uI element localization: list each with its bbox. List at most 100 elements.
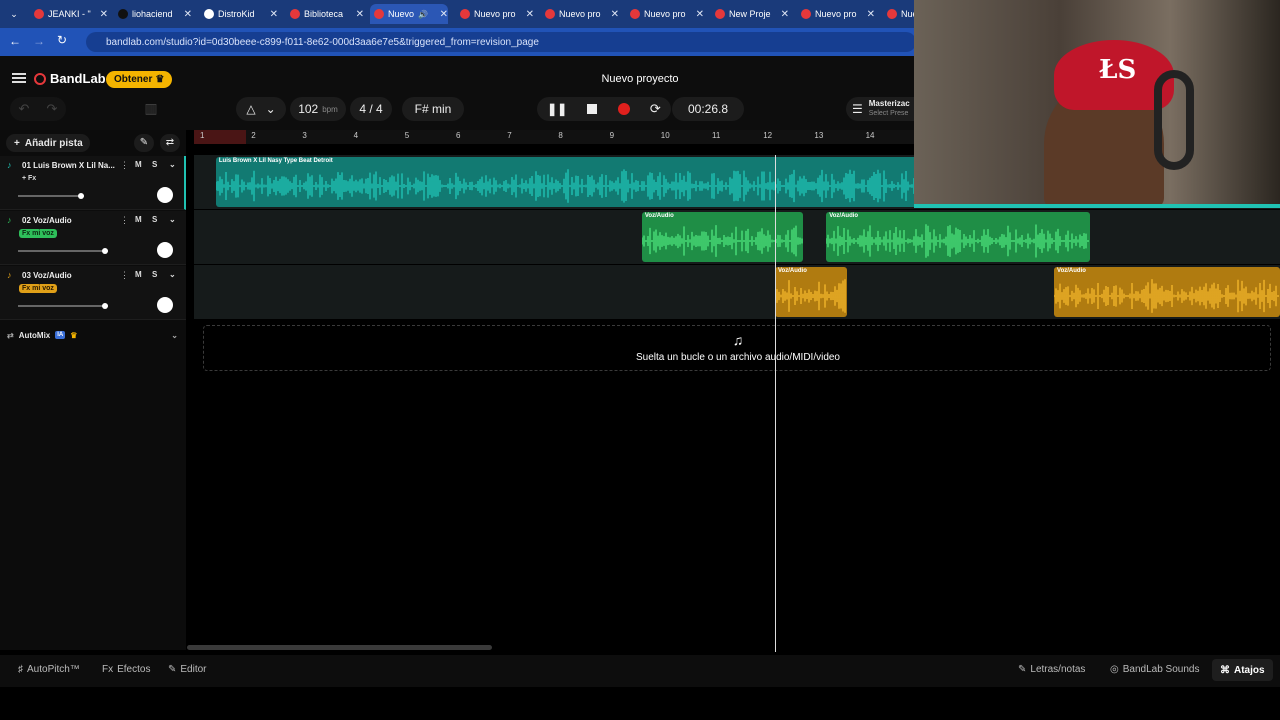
- close-tab-icon[interactable]: ✕: [440, 9, 448, 20]
- tab-label: Nuevo pro: [474, 9, 516, 19]
- volume-knob[interactable]: [78, 193, 84, 199]
- track-menu-icon[interactable]: ⋮: [120, 270, 129, 281]
- browser-tab[interactable]: JEANKI - " ✕: [30, 4, 108, 24]
- time-signature[interactable]: 4 / 4: [350, 97, 392, 121]
- pan-knob[interactable]: [157, 242, 173, 258]
- mute-button[interactable]: M: [135, 160, 142, 169]
- audio-clip[interactable]: Luis Brown X Lil Nasy Type Beat Detroit: [215, 157, 942, 207]
- track-menu-icon[interactable]: ⋮: [120, 160, 129, 171]
- close-tab-icon[interactable]: ✕: [526, 9, 534, 20]
- key-selector[interactable]: F# min: [402, 97, 464, 121]
- chevron-down-icon[interactable]: ⌄: [169, 270, 176, 279]
- clip-label: Voz/Audio: [644, 213, 674, 219]
- speaker-icon[interactable]: 🔊: [418, 10, 428, 19]
- chevron-down-icon[interactable]: ⌄: [169, 215, 176, 224]
- sounds-icon: ◎: [1110, 664, 1119, 675]
- horizontal-scrollbar[interactable]: [187, 645, 492, 650]
- effects-button[interactable]: Fx Efectos: [102, 664, 150, 675]
- add-track-button[interactable]: + Añadir pista: [6, 134, 90, 152]
- volume-slider[interactable]: [18, 303, 108, 309]
- track-menu-icon[interactable]: ⋮: [120, 215, 129, 226]
- metronome-button[interactable]: △ ⌄: [236, 97, 286, 121]
- close-tab-icon[interactable]: ✕: [356, 9, 364, 20]
- browser-tab[interactable]: DistroKid ✕: [200, 4, 278, 24]
- autopitch-button[interactable]: ♯ AutoPitch™: [18, 664, 80, 675]
- shortcuts-button[interactable]: ⌘ Atajos: [1212, 659, 1273, 681]
- bandlab-icon: [374, 9, 384, 19]
- volume-knob[interactable]: [102, 303, 108, 309]
- hamburger-icon[interactable]: [12, 73, 26, 83]
- undo-icon[interactable]: ↶: [19, 101, 30, 117]
- ruler-tick-label: 1: [200, 131, 205, 140]
- volume-slider[interactable]: [18, 248, 108, 254]
- close-tab-icon[interactable]: ✕: [611, 9, 619, 20]
- audio-clip[interactable]: Voz/Audio: [641, 212, 804, 262]
- audio-clip[interactable]: Voz/Audio: [1054, 267, 1280, 317]
- fx-preset-badge[interactable]: Fx mi voz: [19, 284, 57, 293]
- volume-knob[interactable]: [102, 248, 108, 254]
- loop-icon[interactable]: ⟳: [650, 101, 661, 117]
- browser-tab[interactable]: Nuevo pro ✕: [797, 4, 875, 24]
- playhead[interactable]: [775, 155, 776, 652]
- tab-list-chevron-icon[interactable]: ⌄: [0, 4, 24, 24]
- editor-button[interactable]: ✎ Editor: [168, 664, 207, 675]
- url-field[interactable]: bandlab.com/studio?id=0d30beee-c899-f011…: [86, 32, 916, 52]
- pause-icon[interactable]: ❚❚: [547, 102, 567, 116]
- pan-knob[interactable]: [157, 187, 173, 203]
- ai-badge: IA: [55, 331, 66, 339]
- drop-zone[interactable]: ♫ Suelta un bucle o un archivo audio/MID…: [203, 325, 1271, 371]
- reload-icon[interactable]: ↻: [57, 33, 67, 47]
- settings-icon[interactable]: ⇄: [160, 134, 180, 152]
- tab-label: JEANKI - ": [48, 9, 91, 19]
- close-tab-icon[interactable]: ✕: [100, 9, 108, 20]
- record-icon[interactable]: [617, 103, 630, 115]
- browser-tab[interactable]: Nuevo pro ✕: [541, 4, 619, 24]
- chevron-down-icon[interactable]: ⌄: [169, 160, 176, 169]
- bandlab-logo[interactable]: BandLab: [34, 71, 106, 86]
- forward-icon[interactable]: →: [33, 34, 45, 48]
- audio-clip[interactable]: Voz/Audio: [775, 267, 847, 317]
- bpm-field[interactable]: 102 bpm: [290, 97, 346, 121]
- solo-button[interactable]: S: [152, 270, 157, 279]
- fx-button[interactable]: + Fx: [19, 174, 39, 183]
- mastering-subtitle: Select Prese: [868, 110, 909, 117]
- chevron-down-icon: ⌄: [265, 102, 276, 116]
- browser-tab[interactable]: Biblioteca ✕: [286, 4, 364, 24]
- volume-slider[interactable]: [18, 193, 84, 199]
- browser-tab[interactable]: New Proje ✕: [711, 4, 789, 24]
- automix-row[interactable]: ⇄ AutoMix IA ♛ ⌄: [0, 326, 186, 344]
- fx-preset-badge[interactable]: Fx mi voz: [19, 229, 57, 238]
- get-premium-button[interactable]: Obtener ♛: [106, 71, 173, 88]
- track-row[interactable]: ♪ 02 Voz/Audio ⋮ M S ⌄ Fx mi voz: [0, 211, 186, 265]
- tab-label: Nuevo pro: [815, 9, 857, 19]
- pencil-icon[interactable]: ✎: [134, 134, 154, 152]
- browser-tab[interactable]: Nue: [883, 4, 918, 24]
- piano-icon[interactable]: ▥: [140, 100, 162, 118]
- mastering-button[interactable]: ☰ Masterizac Select Prese: [846, 97, 914, 121]
- mute-button[interactable]: M: [135, 270, 142, 279]
- browser-tab[interactable]: Nuevo pro ✕: [626, 4, 704, 24]
- pan-knob[interactable]: [157, 297, 173, 313]
- track-row[interactable]: ♪ 03 Voz/Audio ⋮ M S ⌄ Fx mi voz: [0, 266, 186, 320]
- back-icon[interactable]: ←: [9, 34, 21, 48]
- solo-button[interactable]: S: [152, 215, 157, 224]
- browser-tab-active[interactable]: Nuevo 🔊 ✕: [370, 4, 448, 24]
- redo-icon[interactable]: ↷: [47, 101, 58, 117]
- browser-tab[interactable]: liohaciend ✕: [114, 4, 192, 24]
- browser-tab[interactable]: Nuevo pro ✕: [456, 4, 534, 24]
- stop-icon[interactable]: [587, 104, 598, 114]
- lyrics-button[interactable]: ✎ Letras/notas: [1018, 664, 1085, 675]
- drop-zone-text: Suelta un bucle o un archivo audio/MIDI/…: [635, 352, 840, 363]
- track-row[interactable]: ♪ 01 Luis Brown X Lil Na... ⋮ M S ⌄ + Fx: [0, 156, 186, 210]
- close-tab-icon[interactable]: ✕: [867, 9, 875, 20]
- close-tab-icon[interactable]: ✕: [696, 9, 704, 20]
- bandlab-sounds-button[interactable]: ◎ BandLab Sounds: [1110, 664, 1199, 675]
- mute-button[interactable]: M: [135, 215, 142, 224]
- close-tab-icon[interactable]: ✕: [781, 9, 789, 20]
- close-tab-icon[interactable]: ✕: [184, 9, 192, 20]
- audio-clip[interactable]: Voz/Audio: [826, 212, 1090, 262]
- solo-button[interactable]: S: [152, 160, 157, 169]
- chevron-down-icon[interactable]: ⌄: [171, 331, 178, 340]
- close-tab-icon[interactable]: ✕: [270, 9, 278, 20]
- pencil-icon: ✎: [1018, 664, 1027, 675]
